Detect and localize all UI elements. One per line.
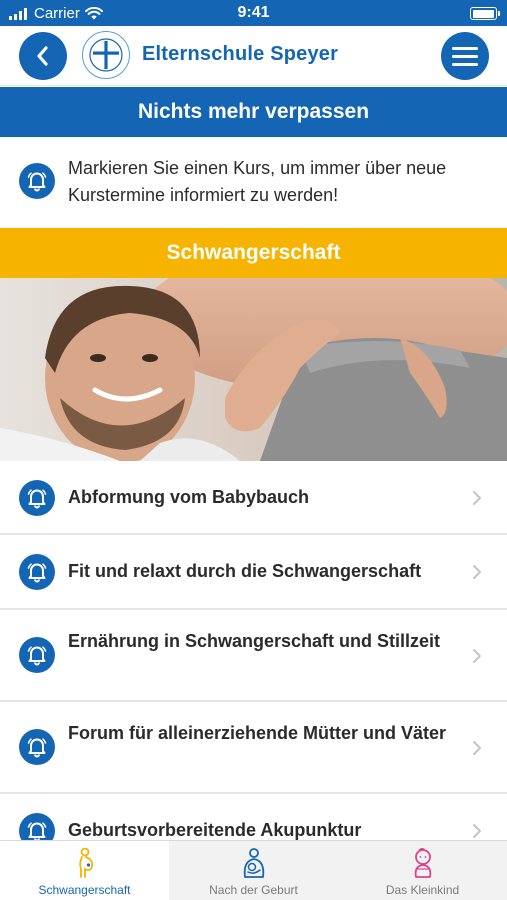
hero-photo [0,278,507,461]
chevron-right-icon [473,649,481,663]
tab-label: Nach der Geburt [209,883,298,897]
course-label: Ernährung in Schwangerschaft und Stillze… [68,631,441,651]
notice-info: Markieren Sie einen Kurs, um immer über … [0,137,507,228]
course-item[interactable]: Ernährung in Schwangerschaft und Stillze… [0,610,507,702]
bell-icon[interactable] [19,637,55,673]
battery-level [472,9,494,18]
menu-button[interactable] [441,32,489,80]
back-button[interactable] [19,32,67,80]
tab-nach-der-geburt[interactable]: Nach der Geburt [169,841,338,900]
tab-label: Das Kleinkind [385,883,460,897]
tab-bar: Schwangerschaft Nach der Geburt Das Klei… [0,840,507,900]
status-time: 9:41 [237,4,270,21]
notice-heading: Nichts mehr verpassen [0,87,507,137]
mother-baby-icon [243,848,264,878]
bell-icon [19,163,55,199]
toddler-icon [414,847,431,878]
course-item[interactable]: Abformung vom Babybauch [0,461,507,535]
chevron-right-icon [473,824,481,838]
notice-text: Markieren Sie einen Kurs, um immer über … [68,158,447,205]
course-item[interactable]: Fit und relaxt durch die Schwangerschaft [0,535,507,610]
category-title: Schwangerschaft [0,228,507,278]
bell-icon[interactable] [19,480,55,516]
pregnant-woman-icon [78,847,93,878]
diakonissen-logo [82,31,130,79]
tab-label: Schwangerschaft [38,883,131,897]
brand-title: Elternschule Speyer [142,43,339,65]
bell-icon[interactable] [19,729,55,765]
chevron-right-icon [473,741,481,755]
nav-bar: Elternschule Speyer [0,26,507,86]
course-list: Abformung vom Babybauch Fit und relaxt d… [0,461,507,868]
status-bar: Carrier 9:41 [0,0,507,26]
tab-das-kleinkind[interactable]: Das Kleinkind [338,841,507,900]
chevron-left-icon [37,46,48,66]
course-item[interactable]: Forum für alleinerziehende Mütter und Vä… [0,702,507,794]
tab-schwangerschaft[interactable]: Schwangerschaft [0,841,169,900]
hamburger-icon [452,46,478,50]
chevron-right-icon [473,491,481,505]
course-label: Forum für alleinerziehende Mütter und Vä… [68,723,447,743]
course-label: Abformung vom Babybauch [68,487,310,507]
chevron-right-icon [473,565,481,579]
battery-icon [470,7,500,20]
course-label: Fit und relaxt durch die Schwangerschaft [68,561,422,581]
bell-icon[interactable] [19,554,55,590]
